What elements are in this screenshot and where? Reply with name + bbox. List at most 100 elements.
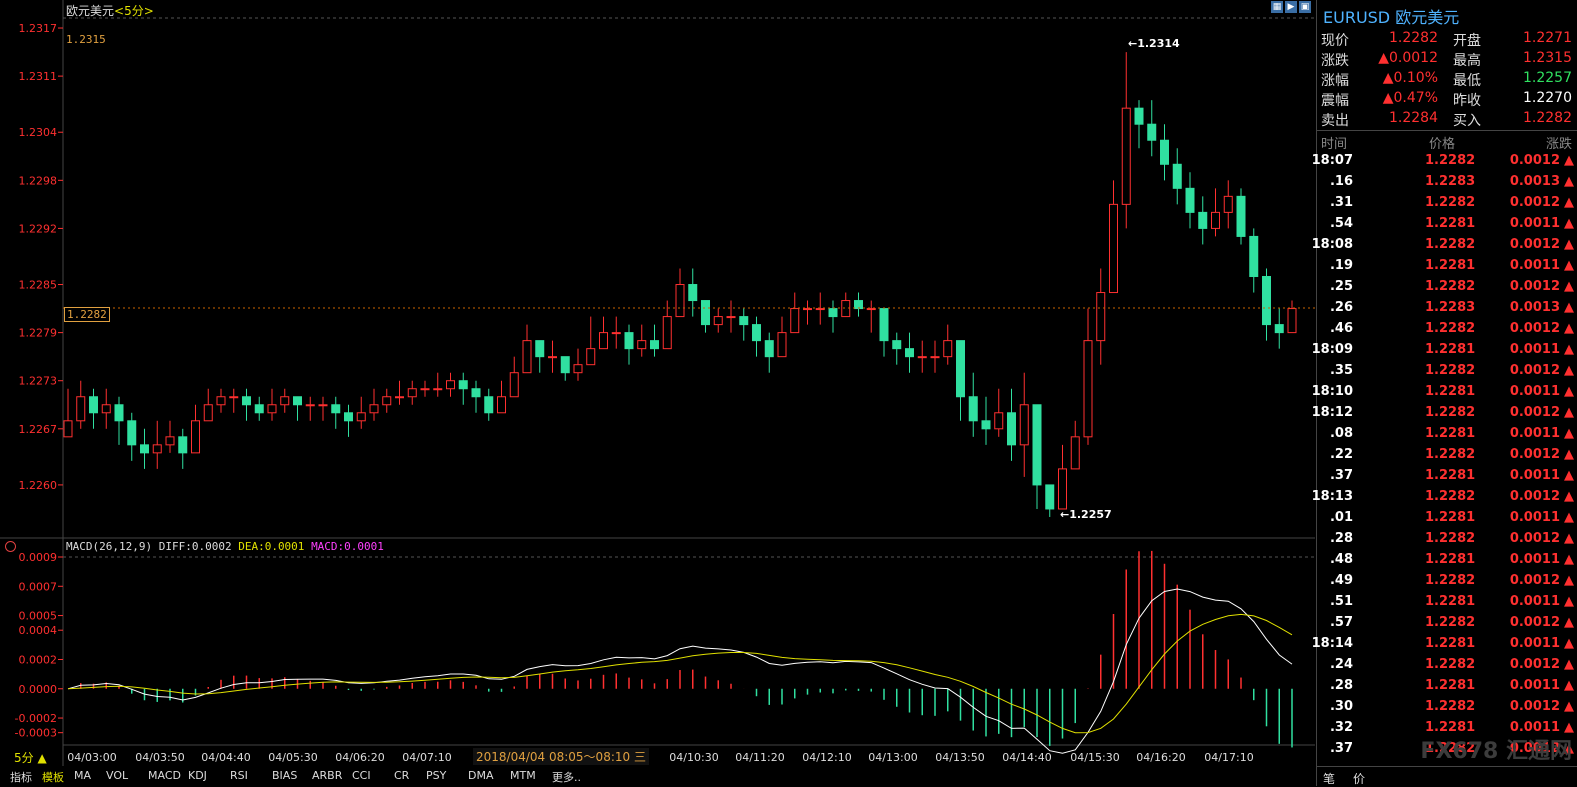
candle-body (688, 284, 698, 302)
tick-time: .57 (1329, 615, 1353, 630)
tick-time: 18:13 (1311, 489, 1353, 504)
footer-tab-price[interactable]: 价 (1353, 770, 1365, 787)
candle-body (1109, 203, 1118, 294)
indicator-tab[interactable]: ARBR (312, 769, 342, 782)
tick-time: .31 (1329, 195, 1353, 210)
tick-change: 0.0012 (1509, 699, 1560, 714)
quote-value: ▲0.47% (1382, 90, 1438, 106)
tick-row: 18:09 1.2281 0.0011 ▲ (1312, 342, 1577, 362)
candle-body (1032, 404, 1042, 486)
up-arrow-icon: ▲ (1564, 174, 1574, 189)
indicator-tab[interactable]: BIAS (272, 769, 297, 782)
tick-time: 18:08 (1311, 237, 1353, 252)
tick-time: 18:09 (1311, 342, 1353, 357)
up-arrow-icon: ▲ (1564, 699, 1574, 714)
macd-tick-label: 0.0009 (19, 551, 58, 564)
indicator-tab[interactable]: 模板 (42, 769, 64, 785)
tick-price: 1.2281 (1425, 258, 1476, 273)
candle-body (509, 372, 519, 398)
candle-body (1236, 195, 1246, 237)
tick-change: 0.0011 (1509, 594, 1560, 609)
indicator-tab[interactable]: RSI (230, 769, 248, 782)
tick-price: 1.2281 (1425, 678, 1476, 693)
time-tick-label: 04/11:20 (735, 751, 784, 764)
period-button[interactable]: 5分 ▲ (14, 749, 47, 766)
candle-body (420, 388, 430, 391)
quote-row: 现价 1.2282 开盘 1.2271 (1317, 30, 1577, 50)
up-arrow-icon: ▲ (1564, 195, 1574, 210)
tick-time: .49 (1329, 573, 1353, 588)
quote-value: 1.2257 (1523, 70, 1572, 86)
tick-price: 1.2282 (1425, 573, 1476, 588)
indicator-tab[interactable]: VOL (106, 769, 128, 782)
candle-body (764, 340, 774, 358)
price-tick-label: 1.2267 (19, 423, 58, 436)
candle-body (828, 308, 838, 318)
quote-label: 最高 (1453, 53, 1481, 69)
zoom-icon[interactable]: ▦ (1271, 1, 1283, 13)
macd-params: MACD(26,12,9) (66, 540, 153, 553)
tick-change: 0.0011 (1509, 552, 1560, 567)
indicator-tab[interactable]: MACD (148, 769, 181, 782)
tick-change: 0.0011 (1509, 636, 1560, 651)
indicator-settings-icon[interactable] (5, 541, 16, 552)
indicator-tab[interactable]: CR (394, 769, 409, 782)
candle-body (242, 396, 251, 406)
indicator-tab[interactable]: MTM (510, 769, 536, 782)
indicator-tab[interactable]: KDJ (188, 769, 207, 782)
up-arrow-icon: ▲ (1564, 216, 1574, 231)
tick-change: 0.0012 (1509, 657, 1560, 672)
up-arrow-icon: ▲ (1564, 258, 1574, 273)
up-arrow-icon: ▲ (1564, 657, 1574, 672)
candle-body (1287, 308, 1297, 334)
tick-price: 1.2282 (1425, 363, 1476, 378)
ticks-footer: 笔 价 (1317, 766, 1577, 787)
tick-change: 0.0013 (1509, 174, 1560, 189)
footer-tab-trades[interactable]: 笔 (1323, 770, 1335, 787)
top-value-label: 1.2315 (66, 33, 106, 46)
tick-row: 18:08 1.2282 0.0012 ▲ (1312, 237, 1577, 257)
price-tick-label: 1.2279 (19, 327, 58, 340)
candle-body (790, 308, 800, 334)
tick-change: 0.0011 (1509, 258, 1560, 273)
candle-body (930, 356, 940, 359)
candle-body (140, 444, 149, 454)
tick-time: .08 (1329, 426, 1353, 441)
settings-icon[interactable]: ▣ (1299, 1, 1311, 13)
quote-title: EURUSD 欧元美元 (1323, 4, 1459, 28)
indicator-tab[interactable]: 更多.. (552, 769, 581, 785)
tick-time: .37 (1329, 468, 1353, 483)
indicator-tab[interactable]: CCI (352, 769, 371, 782)
play-icon[interactable]: ▶ (1285, 1, 1297, 13)
indicator-tab[interactable]: 指标 (10, 769, 32, 785)
candle-body (1274, 324, 1284, 334)
indicator-tab[interactable]: PSY (426, 769, 446, 782)
tick-row: .25 1.2282 0.0012 ▲ (1317, 279, 1577, 299)
candle-body (101, 404, 111, 414)
indicator-tab[interactable]: MA (74, 769, 91, 782)
tick-row: 18:07 1.2282 0.0012 ▲ (1312, 153, 1577, 173)
candle-body (331, 404, 341, 414)
candle-body (713, 316, 723, 326)
candle-body (1121, 107, 1131, 205)
candle-body (63, 420, 73, 438)
kline-chart-area[interactable]: 1.2317 1.2311 1.2304 1.2298 1.2292 1.2285 1.22… (0, 0, 1315, 786)
candle-body (369, 404, 379, 414)
tick-row: .57 1.2282 0.0012 ▲ (1317, 615, 1577, 635)
candle-body (968, 396, 978, 422)
period-label: <5分> (114, 4, 154, 18)
indicator-tab[interactable]: DMA (468, 769, 494, 782)
quote-row: 涨跌 ▲0.0012 最高 1.2315 (1317, 50, 1577, 70)
candle-body (560, 356, 570, 374)
tick-time: .25 (1329, 279, 1353, 294)
tick-change: 0.0012 (1509, 237, 1560, 252)
candle-body (254, 404, 264, 414)
time-tick-label: 04/10:30 (669, 751, 718, 764)
candle-body (305, 404, 315, 407)
tick-price: 1.2283 (1425, 174, 1476, 189)
candle-body (318, 404, 328, 407)
up-arrow-icon: ▲ (1564, 531, 1574, 546)
kline-chart-svg[interactable]: 1.2317 1.2311 1.2304 1.2298 1.2292 1.2285 1.22… (0, 0, 1315, 766)
quote-label: 卖出 (1321, 113, 1349, 129)
high-value: 1.2314 (1137, 37, 1180, 50)
